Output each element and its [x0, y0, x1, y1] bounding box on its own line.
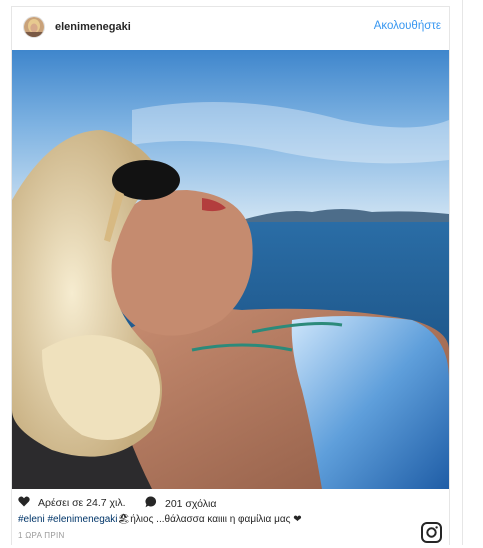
caption-text: 🏖ήλιος ...θάλασσα καιιιι η φαμίλια μας ❤: [117, 514, 302, 525]
follow-button[interactable]: Ακολουθήστε: [374, 20, 441, 32]
scrollbar-track[interactable]: [462, 0, 463, 545]
instagram-logo-icon[interactable]: [421, 522, 442, 543]
post-timestamp[interactable]: 1 ΩΡΑ ΠΡΙΝ: [18, 531, 65, 540]
comment-bubble-icon[interactable]: [145, 496, 157, 511]
avatar[interactable]: [23, 16, 45, 38]
likes-count[interactable]: Αρέσει σε 24.7 χιλ.: [38, 497, 126, 509]
hashtag-link[interactable]: #elenimenegaki: [47, 514, 117, 525]
username[interactable]: elenimenegaki: [55, 21, 131, 33]
likes-row: Αρέσει σε 24.7 χιλ.: [18, 496, 126, 510]
post-header: elenimenegaki Ακολουθήστε: [12, 7, 449, 50]
comments-row: 201 σχόλια: [145, 496, 216, 511]
heart-icon[interactable]: [18, 496, 30, 510]
instagram-embed-card: elenimenegaki Ακολουθήστε Αρέσει σε 24.7…: [11, 6, 450, 545]
hashtag-link[interactable]: #eleni: [18, 514, 45, 525]
post-actions: Αρέσει σε 24.7 χιλ. 201 σχόλια: [18, 496, 443, 514]
post-photo[interactable]: [12, 50, 449, 489]
post-caption: #eleni #elenimenegaki🏖ήλιος ...θάλασσα κ…: [18, 514, 418, 525]
comments-count[interactable]: 201 σχόλια: [165, 498, 216, 510]
